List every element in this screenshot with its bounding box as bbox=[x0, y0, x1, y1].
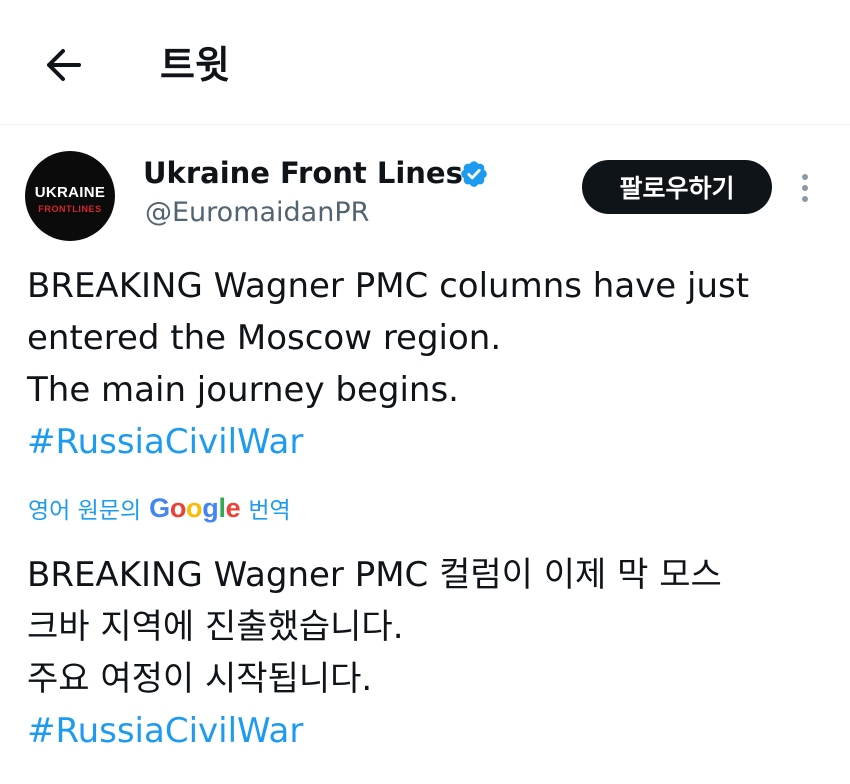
avatar-logo-text-top: UKRAINE bbox=[34, 184, 106, 201]
more-vertical-icon-dot bbox=[802, 196, 808, 202]
tweet-text-line: The main journey begins. bbox=[27, 370, 459, 410]
author-display-name[interactable]: Ukraine Front Lines bbox=[143, 154, 463, 192]
tweet-text-line: BREAKING Wagner PMC columns have just bbox=[27, 266, 750, 306]
more-vertical-icon-dot bbox=[802, 185, 808, 191]
tweet-text-line: entered the Moscow region. bbox=[27, 318, 502, 358]
verified-badge-icon bbox=[461, 161, 487, 187]
back-button[interactable] bbox=[38, 40, 88, 90]
top-app-bar: 트윗 bbox=[0, 0, 850, 125]
author-handle[interactable]: @EuromaidanPR bbox=[145, 196, 369, 230]
more-options-button[interactable] bbox=[792, 170, 818, 206]
avatar-logo-text-bottom: FRONTLINES bbox=[38, 204, 102, 214]
translated-text-line: 주요 여정이 시작됩니다. bbox=[27, 659, 373, 699]
hashtag-link[interactable]: #RussiaCivilWar bbox=[27, 416, 839, 468]
translation-suffix: 번역 bbox=[248, 498, 291, 524]
translated-hashtag-link[interactable]: #RussiaCivilWar bbox=[27, 705, 839, 757]
translation-attribution[interactable]: 영어 원문의 Google 번역 bbox=[28, 490, 291, 526]
google-logo: Google bbox=[149, 492, 241, 523]
tweet-text: BREAKING Wagner PMC columns have just en… bbox=[27, 260, 839, 468]
translation-prefix: 영어 원문의 bbox=[28, 498, 142, 524]
more-vertical-icon-dot bbox=[802, 174, 808, 180]
arrow-left-icon bbox=[47, 49, 81, 81]
page-title: 트윗 bbox=[160, 43, 230, 87]
translated-text-line: 크바 지역에 진출했습니다. bbox=[27, 607, 404, 647]
follow-button[interactable]: 팔로우하기 bbox=[582, 160, 772, 214]
translated-text-line: BREAKING Wagner PMC 컬럼이 이제 막 모스 bbox=[27, 555, 722, 595]
avatar[interactable]: UKRAINE FRONTLINES bbox=[25, 151, 115, 241]
translated-tweet-text: BREAKING Wagner PMC 컬럼이 이제 막 모스 크바 지역에 진… bbox=[27, 549, 839, 757]
